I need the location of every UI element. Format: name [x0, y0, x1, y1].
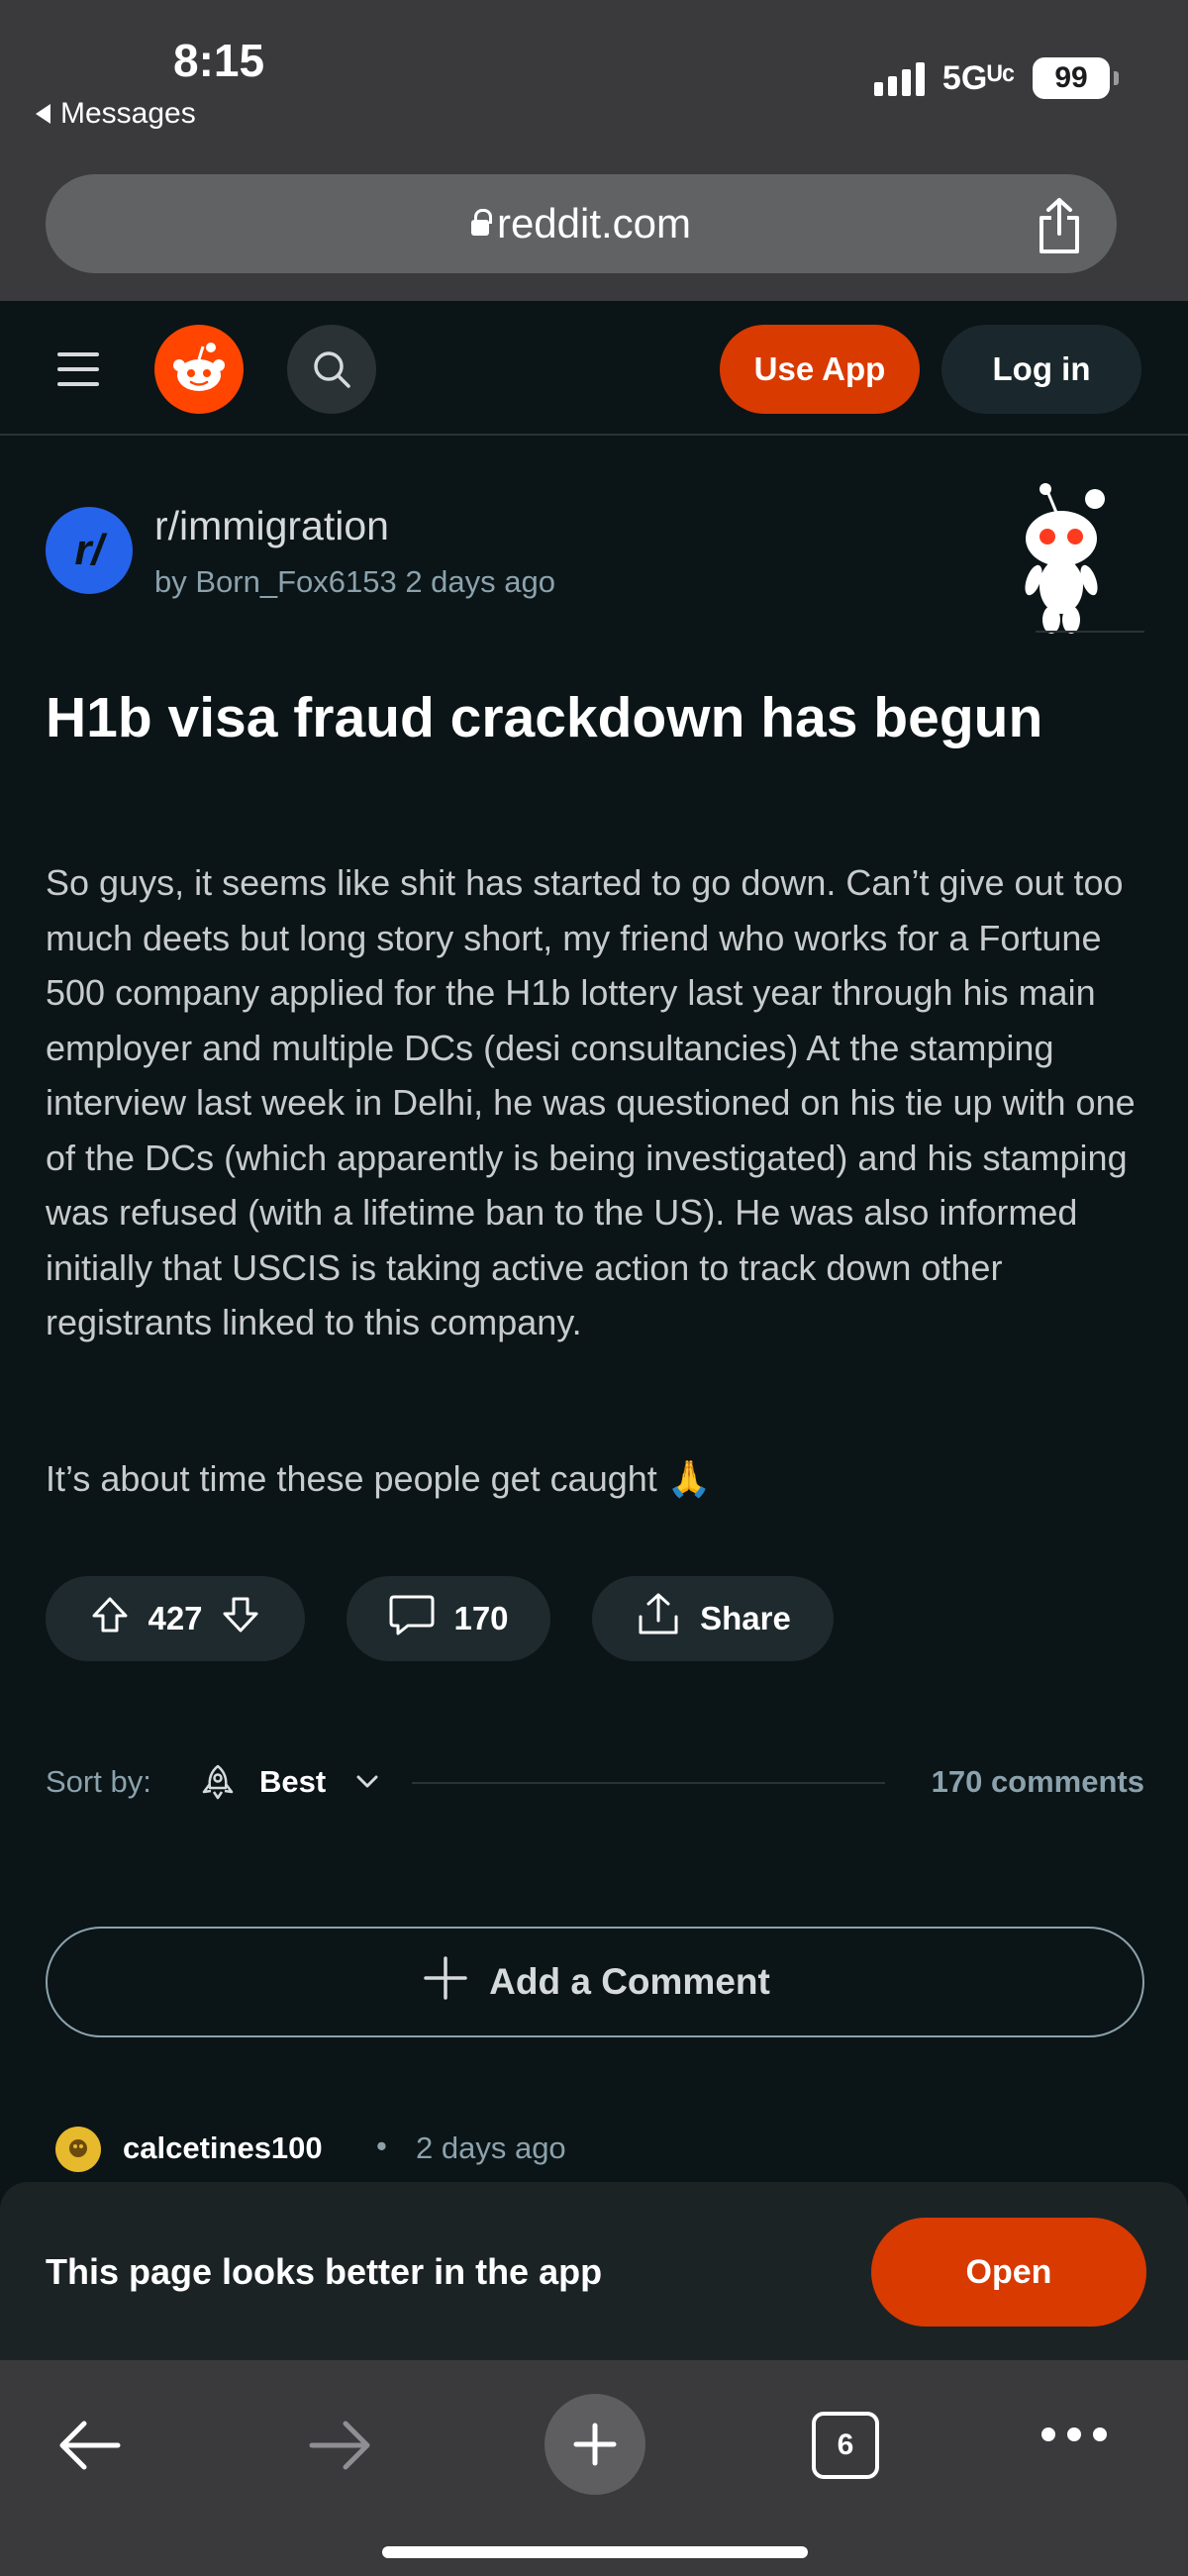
rocket-icon[interactable]	[198, 1762, 238, 1807]
post-title: H1b visa fraud crackdown has begun	[46, 686, 1043, 749]
back-triangle-icon	[36, 104, 50, 124]
signal-icon	[873, 60, 925, 96]
sort-value[interactable]: Best	[259, 1764, 326, 1800]
back-to-messages[interactable]: Messages	[36, 97, 196, 131]
post-body-closing: It’s about time these people get caught …	[46, 1458, 712, 1499]
commenter-avatar[interactable]	[55, 2127, 101, 2172]
menu-icon[interactable]	[57, 352, 99, 397]
vote-bar: 427	[46, 1576, 305, 1661]
downvote-icon[interactable]	[221, 1595, 260, 1642]
more-options-icon[interactable]	[1041, 2427, 1107, 2441]
subreddit-avatar[interactable]: r/	[46, 507, 133, 594]
network-label: 5Gᵁᶜ	[941, 58, 1015, 97]
url-text: reddit.com	[496, 200, 692, 247]
open-in-app-banner: This page looks better in the app Open	[0, 2182, 1188, 2360]
reddit-logo-icon[interactable]	[154, 325, 244, 414]
status-time: 8:15	[173, 35, 265, 86]
vote-count: 427	[148, 1600, 203, 1636]
tabs-count-icon[interactable]: 6	[812, 2412, 879, 2479]
browser-top-chrome: 8:15 Messages 5Gᵁᶜ 99 reddit.com	[0, 0, 1188, 301]
plus-icon	[420, 1952, 471, 2013]
share-button[interactable]: Share	[592, 1576, 834, 1661]
comment-author[interactable]: calcetines100	[123, 2130, 323, 2166]
sort-divider	[412, 1782, 885, 1784]
home-indicator	[382, 2546, 808, 2558]
comments-button[interactable]: 170	[346, 1576, 550, 1661]
back-arrow-icon[interactable]	[51, 2408, 127, 2483]
status-indicators: 5Gᵁᶜ 99	[873, 57, 1119, 99]
subreddit-name[interactable]: r/immigration	[154, 503, 389, 549]
snoo-mascot-icon	[1000, 481, 1119, 644]
banner-text: This page looks better in the app	[46, 2251, 603, 2292]
battery-icon: 99	[1033, 57, 1119, 99]
use-app-button[interactable]: Use App	[720, 325, 920, 414]
share-label: Share	[700, 1600, 791, 1636]
back-app-label: Messages	[60, 97, 196, 130]
forward-arrow-icon[interactable]	[303, 2408, 378, 2483]
meta-divider	[1036, 631, 1144, 633]
search-icon[interactable]	[287, 325, 376, 414]
share-icon	[635, 1591, 682, 1646]
open-app-button[interactable]: Open	[871, 2218, 1146, 2327]
add-comment-label: Add a Comment	[489, 1961, 770, 2002]
comment-count: 170	[453, 1600, 509, 1636]
login-button[interactable]: Log in	[941, 325, 1141, 414]
sort-row: Sort by: Best 170 comments	[46, 1756, 1144, 1806]
url-bar[interactable]: reddit.com	[46, 174, 1117, 273]
post-body: So guys, it seems like shit has started …	[46, 862, 1136, 1342]
lock-icon	[470, 209, 492, 236]
share-page-icon[interactable]	[1036, 196, 1083, 260]
sort-label: Sort by:	[46, 1764, 151, 1799]
meta-separator: •	[376, 2129, 387, 2163]
browser-toolbar: 6	[0, 2360, 1188, 2576]
comment-time: 2 days ago	[416, 2130, 566, 2165]
reddit-header: Use App Log in	[0, 301, 1188, 436]
comments-total: 170 comments	[931, 1764, 1144, 1799]
upvote-icon[interactable]	[90, 1595, 130, 1642]
new-tab-plus-icon[interactable]	[544, 2394, 645, 2495]
add-comment-button[interactable]: Add a Comment	[46, 1927, 1144, 2037]
post-author-meta: by Born_Fox6153 2 days ago	[154, 564, 555, 599]
chevron-down-icon[interactable]	[352, 1766, 382, 1801]
comment-bubble-icon	[388, 1593, 436, 1644]
battery-level: 99	[1033, 57, 1110, 99]
